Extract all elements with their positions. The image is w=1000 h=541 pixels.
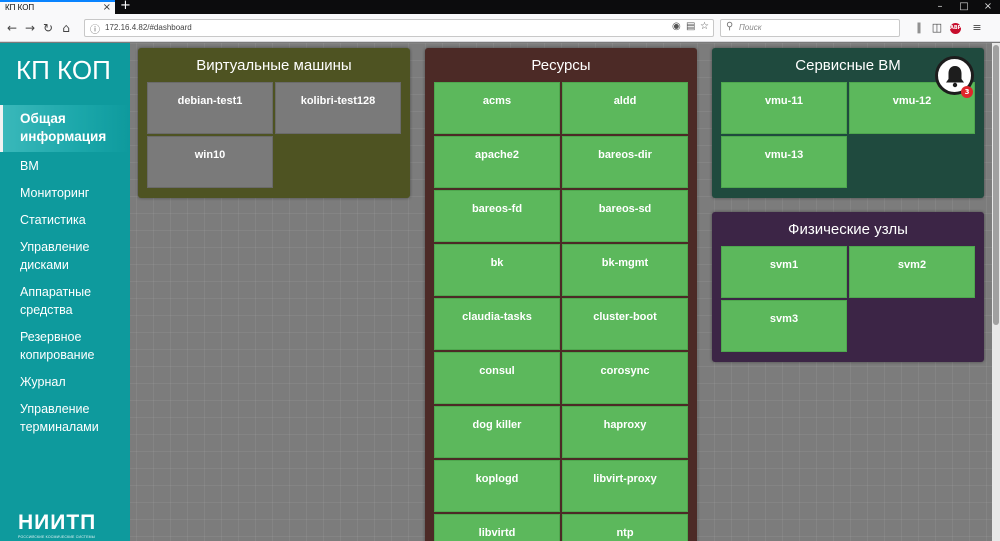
resource-tile[interactable]: bareos-dir bbox=[562, 136, 688, 188]
sidebar-item-vm[interactable]: ВМ bbox=[0, 152, 130, 179]
menu-icon[interactable]: ≡ bbox=[969, 20, 985, 36]
browser-tab[interactable]: КП КОП × bbox=[0, 0, 115, 14]
url-text[interactable]: 172.16.4.82/#dashboard bbox=[105, 23, 192, 32]
scrollbar-thumb[interactable] bbox=[993, 45, 999, 325]
browser-tab-strip: КП КОП × + – □ × bbox=[0, 0, 1000, 14]
maximize-icon[interactable]: □ bbox=[952, 0, 976, 14]
close-window-icon[interactable]: × bbox=[976, 0, 1000, 14]
pocket-icon[interactable]: ◉ bbox=[672, 21, 681, 32]
logo-subtitle: РОССИЙСКИЕ КОСМИЧЕСКИЕ СИСТЕМЫ bbox=[18, 535, 96, 539]
adblock-icon[interactable]: ABP bbox=[950, 23, 961, 34]
resource-tile[interactable]: ntp bbox=[562, 514, 688, 541]
resource-tile[interactable]: corosync bbox=[562, 352, 688, 404]
resource-tile[interactable]: bk-mgmt bbox=[562, 244, 688, 296]
browser-navbar: ← → ↻ ⌂ ⓘ 172.16.4.82/#dashboard ◉ ▤ ☆ ⚲… bbox=[0, 14, 1000, 42]
resource-tile[interactable]: libvirt-proxy bbox=[562, 460, 688, 512]
bookmark-star-icon[interactable]: ☆ bbox=[700, 21, 709, 32]
node-tile[interactable]: svm1 bbox=[721, 246, 847, 298]
new-tab-button[interactable]: + bbox=[120, 0, 131, 13]
library-icon[interactable]: ∥ bbox=[911, 20, 927, 36]
service-vm-tile[interactable]: vmu-13 bbox=[721, 136, 847, 188]
node-tile[interactable]: svm2 bbox=[849, 246, 975, 298]
home-icon[interactable]: ⌂ bbox=[58, 20, 74, 36]
physical-nodes-panel-title: Физические узлы bbox=[788, 221, 908, 238]
tab-title: КП КОП bbox=[5, 3, 35, 12]
back-icon[interactable]: ← bbox=[4, 20, 20, 36]
sidebar-item-backup[interactable]: Резервное копирование bbox=[0, 323, 130, 368]
url-bar[interactable]: ⓘ 172.16.4.82/#dashboard ◉ ▤ ☆ bbox=[84, 19, 714, 37]
vms-panel-title: Виртуальные машины bbox=[196, 57, 352, 74]
sidebar-item-hardware[interactable]: Аппаратные средства bbox=[0, 278, 130, 323]
resource-tile[interactable]: apache2 bbox=[434, 136, 560, 188]
resource-tile[interactable]: consul bbox=[434, 352, 560, 404]
logo-text: НИИТП bbox=[18, 511, 97, 534]
sidebar-item-terminals[interactable]: Управление терминалами bbox=[0, 395, 130, 440]
minimize-icon[interactable]: – bbox=[928, 0, 952, 14]
bell-icon bbox=[946, 66, 964, 88]
resource-tile[interactable]: cluster-boot bbox=[562, 298, 688, 350]
resource-tile[interactable]: bareos-fd bbox=[434, 190, 560, 242]
vm-tile[interactable]: debian-test1 bbox=[147, 82, 273, 134]
forward-icon[interactable]: → bbox=[22, 20, 38, 36]
search-bar[interactable]: ⚲ Поиск bbox=[720, 19, 900, 37]
resource-tile[interactable]: haproxy bbox=[562, 406, 688, 458]
dashboard-page: КП КОП Общая информация ВМ Мониторинг Ст… bbox=[0, 43, 992, 541]
notification-count-badge: 3 bbox=[961, 86, 973, 98]
company-logo: НИИТП РОССИЙСКИЕ КОСМИЧЕСКИЕ СИСТЕМЫ bbox=[18, 511, 97, 539]
brand-title[interactable]: КП КОП bbox=[16, 55, 111, 86]
resources-panel: Ресурсы acms aldd apache2 bareos-dir bar… bbox=[425, 48, 697, 541]
node-tile[interactable]: svm3 bbox=[721, 300, 847, 352]
resources-panel-title: Ресурсы bbox=[531, 57, 591, 74]
tab-close-icon[interactable]: × bbox=[103, 2, 111, 14]
page-scrollbar[interactable] bbox=[992, 43, 1000, 541]
resource-tile[interactable]: bk bbox=[434, 244, 560, 296]
reader-icon[interactable]: ▤ bbox=[686, 21, 695, 32]
sidebar-menu: Общая информация ВМ Мониторинг Статистик… bbox=[0, 105, 130, 440]
resource-tile[interactable]: acms bbox=[434, 82, 560, 134]
resource-tile[interactable]: dog killer bbox=[434, 406, 560, 458]
physical-nodes-panel: Физические узлы svm1 svm2 svm3 bbox=[712, 212, 984, 362]
sidebar-item-statistics[interactable]: Статистика bbox=[0, 206, 130, 233]
sidebar-item-disks[interactable]: Управление дисками bbox=[0, 233, 130, 278]
sidebar-item-overview[interactable]: Общая информация bbox=[0, 105, 130, 152]
reload-icon[interactable]: ↻ bbox=[40, 20, 56, 36]
sidebar-item-journal[interactable]: Журнал bbox=[0, 368, 130, 395]
resource-tile[interactable]: koplogd bbox=[434, 460, 560, 512]
vm-tile[interactable]: win10 bbox=[147, 136, 273, 188]
resource-tile[interactable]: libvirtd bbox=[434, 514, 560, 541]
sidebar-toggle-icon[interactable]: ◫ bbox=[929, 20, 945, 36]
service-vm-tile[interactable]: vmu-11 bbox=[721, 82, 847, 134]
resource-tile[interactable]: aldd bbox=[562, 82, 688, 134]
sidebar: КП КОП Общая информация ВМ Мониторинг Ст… bbox=[0, 43, 130, 541]
resource-tile[interactable]: claudia-tasks bbox=[434, 298, 560, 350]
search-input[interactable]: Поиск bbox=[739, 23, 761, 32]
sidebar-item-monitoring[interactable]: Мониторинг bbox=[0, 179, 130, 206]
vm-tile[interactable]: kolibri-test128 bbox=[275, 82, 401, 134]
resource-tile[interactable]: bareos-sd bbox=[562, 190, 688, 242]
search-icon: ⚲ bbox=[726, 21, 734, 32]
info-icon[interactable]: ⓘ bbox=[90, 21, 100, 36]
vms-panel: Виртуальные машины debian-test1 kolibri-… bbox=[138, 48, 410, 198]
